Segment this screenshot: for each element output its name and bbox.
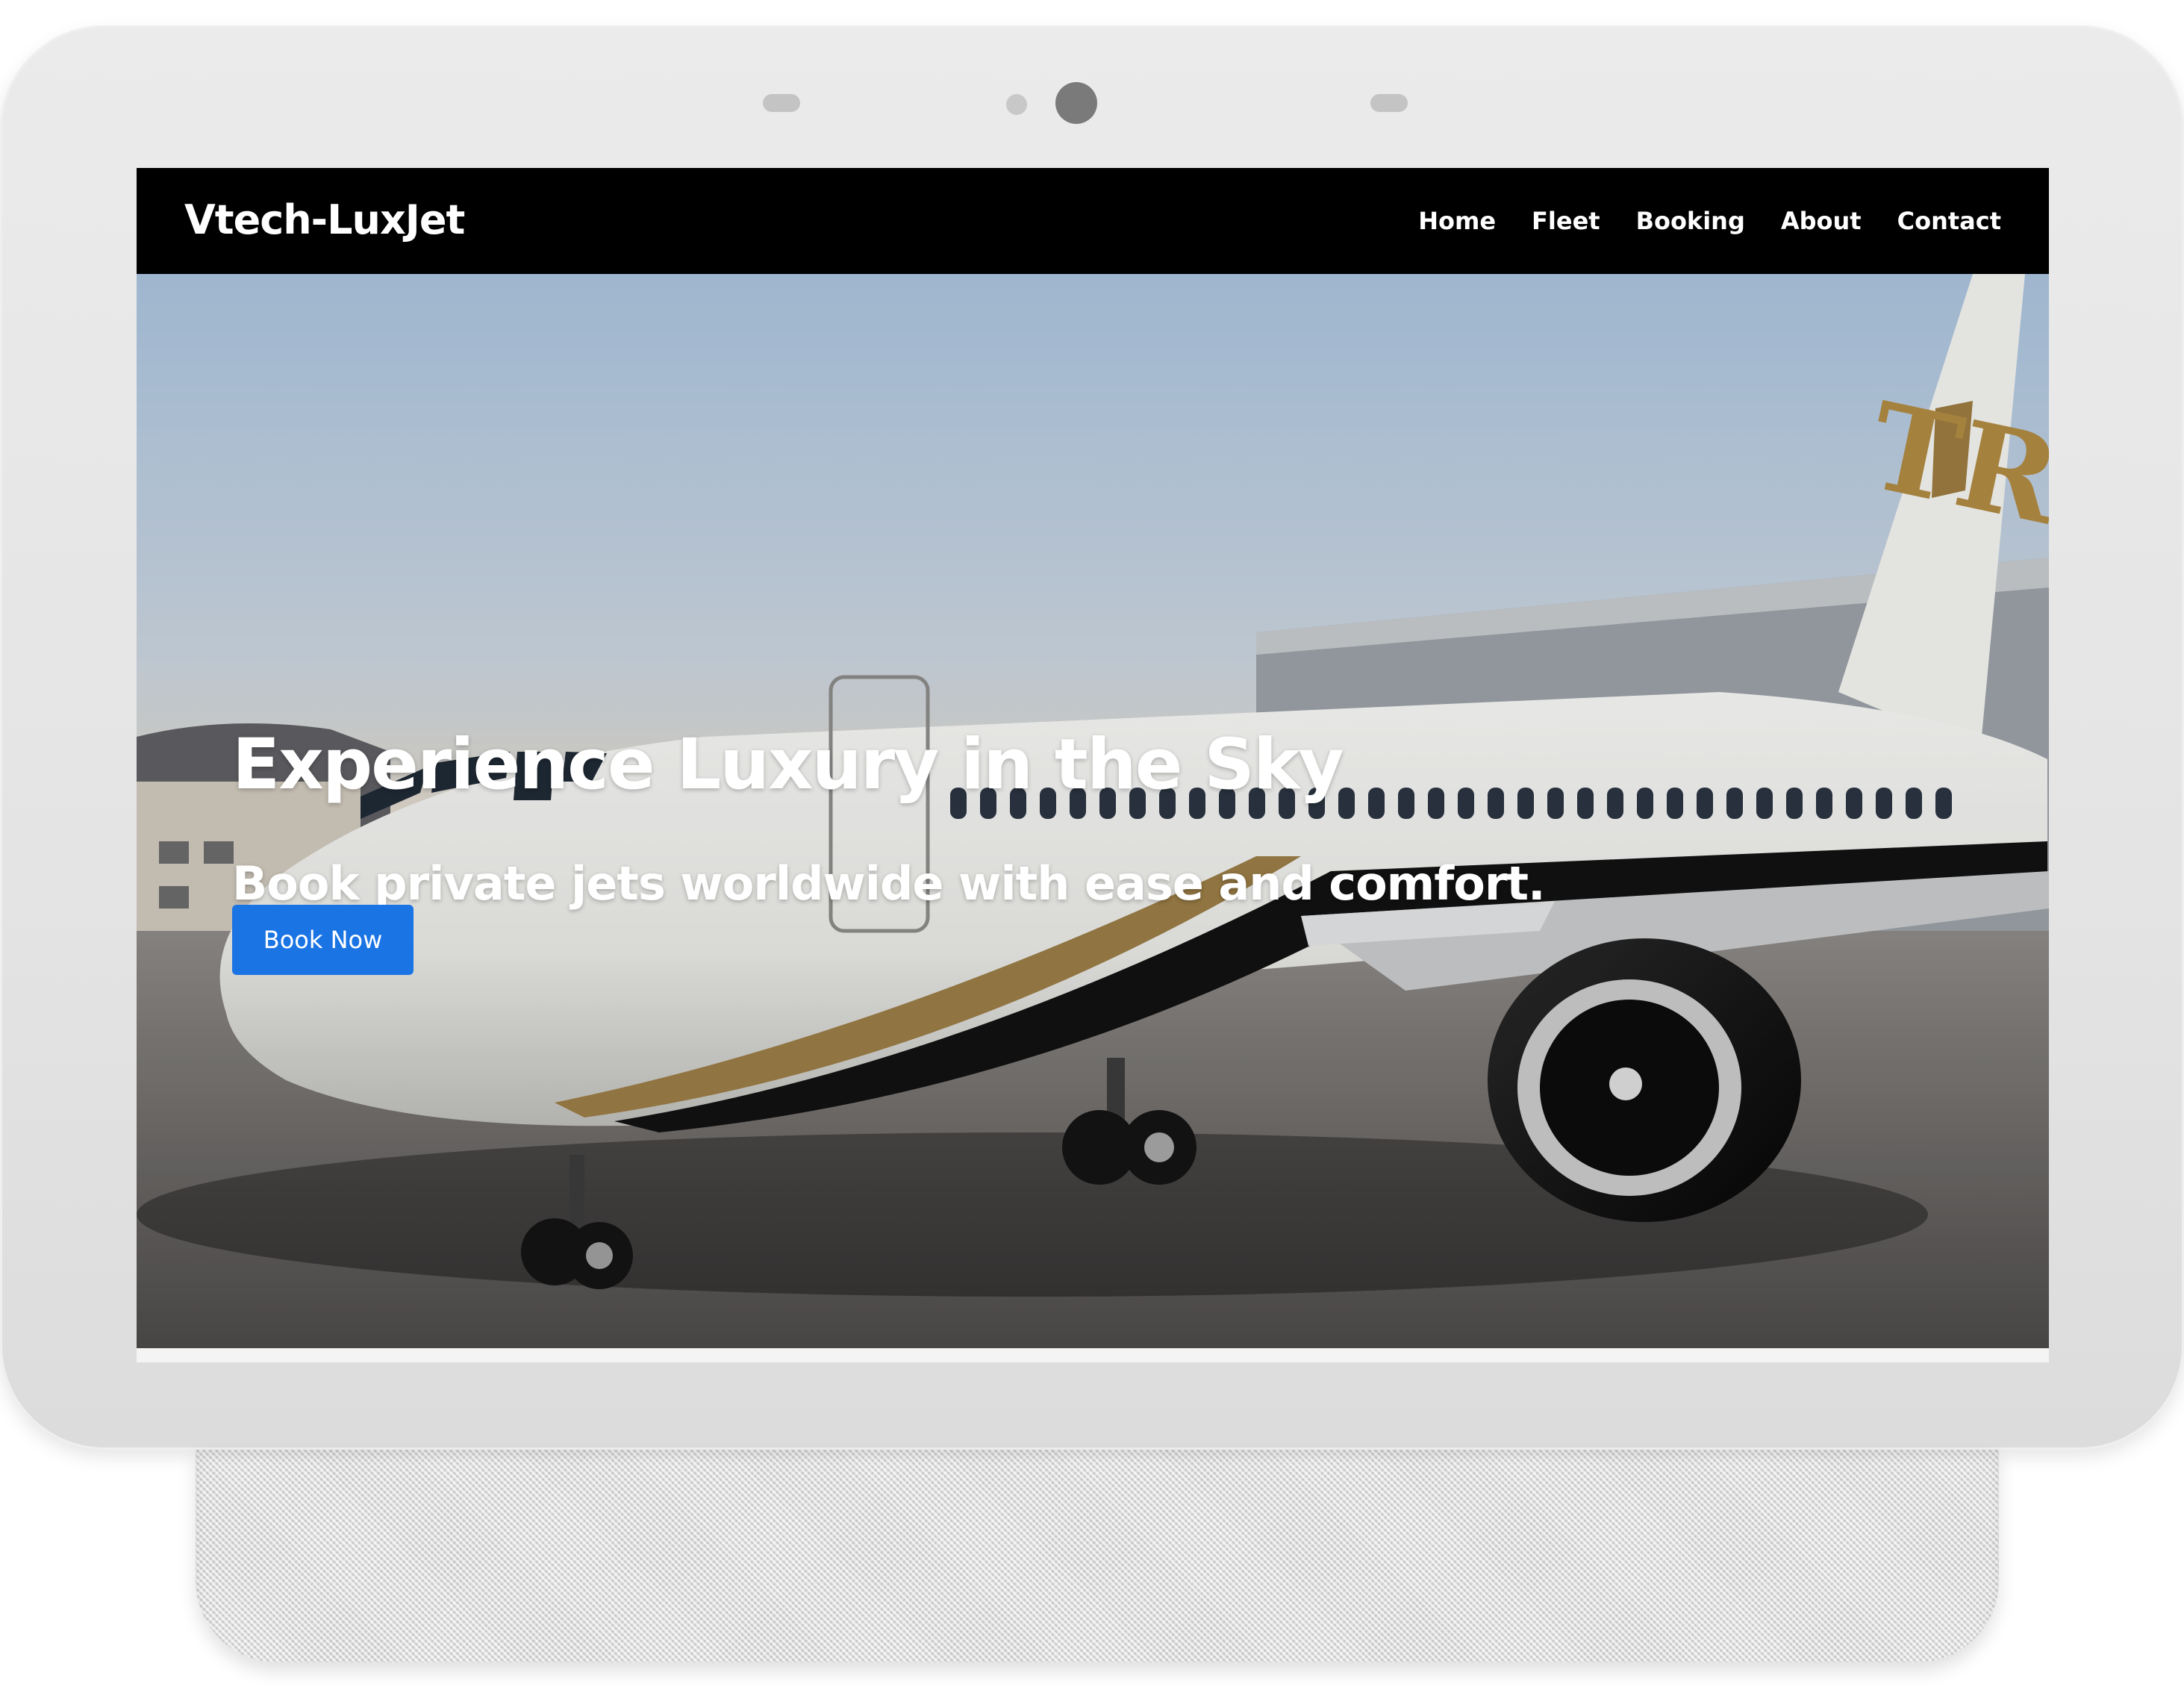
hero-jet-image: TR — [137, 274, 2049, 1348]
nav-home[interactable]: Home — [1418, 207, 1496, 235]
main-nav: Home Fleet Booking About Contact — [1418, 207, 2001, 235]
nav-booking[interactable]: Booking — [1636, 207, 1745, 235]
hero-title: Experience Luxury in the Sky — [232, 723, 1344, 805]
hero-section: TR — [137, 274, 2049, 1348]
camera-icon — [1055, 82, 1097, 124]
microphone-icon — [763, 94, 800, 112]
brand-logo[interactable]: Vtech-LuxJet — [184, 196, 465, 243]
book-now-button[interactable]: Book Now — [232, 905, 414, 975]
microphone-icon — [1370, 94, 1408, 112]
nav-about[interactable]: About — [1781, 207, 1862, 235]
light-sensor-icon — [1006, 94, 1027, 115]
device-screen: Vtech-LuxJet Home Fleet Booking About Co… — [137, 168, 2049, 1362]
smart-display-device: Vtech-LuxJet Home Fleet Booking About Co… — [0, 25, 2184, 1450]
fabric-speaker-base — [196, 1450, 1999, 1662]
navbar: Vtech-LuxJet Home Fleet Booking About Co… — [137, 168, 2049, 274]
nav-fleet[interactable]: Fleet — [1532, 207, 1600, 235]
hero-subtitle: Book private jets worldwide with ease an… — [232, 856, 1546, 911]
nav-contact[interactable]: Contact — [1897, 207, 2001, 235]
